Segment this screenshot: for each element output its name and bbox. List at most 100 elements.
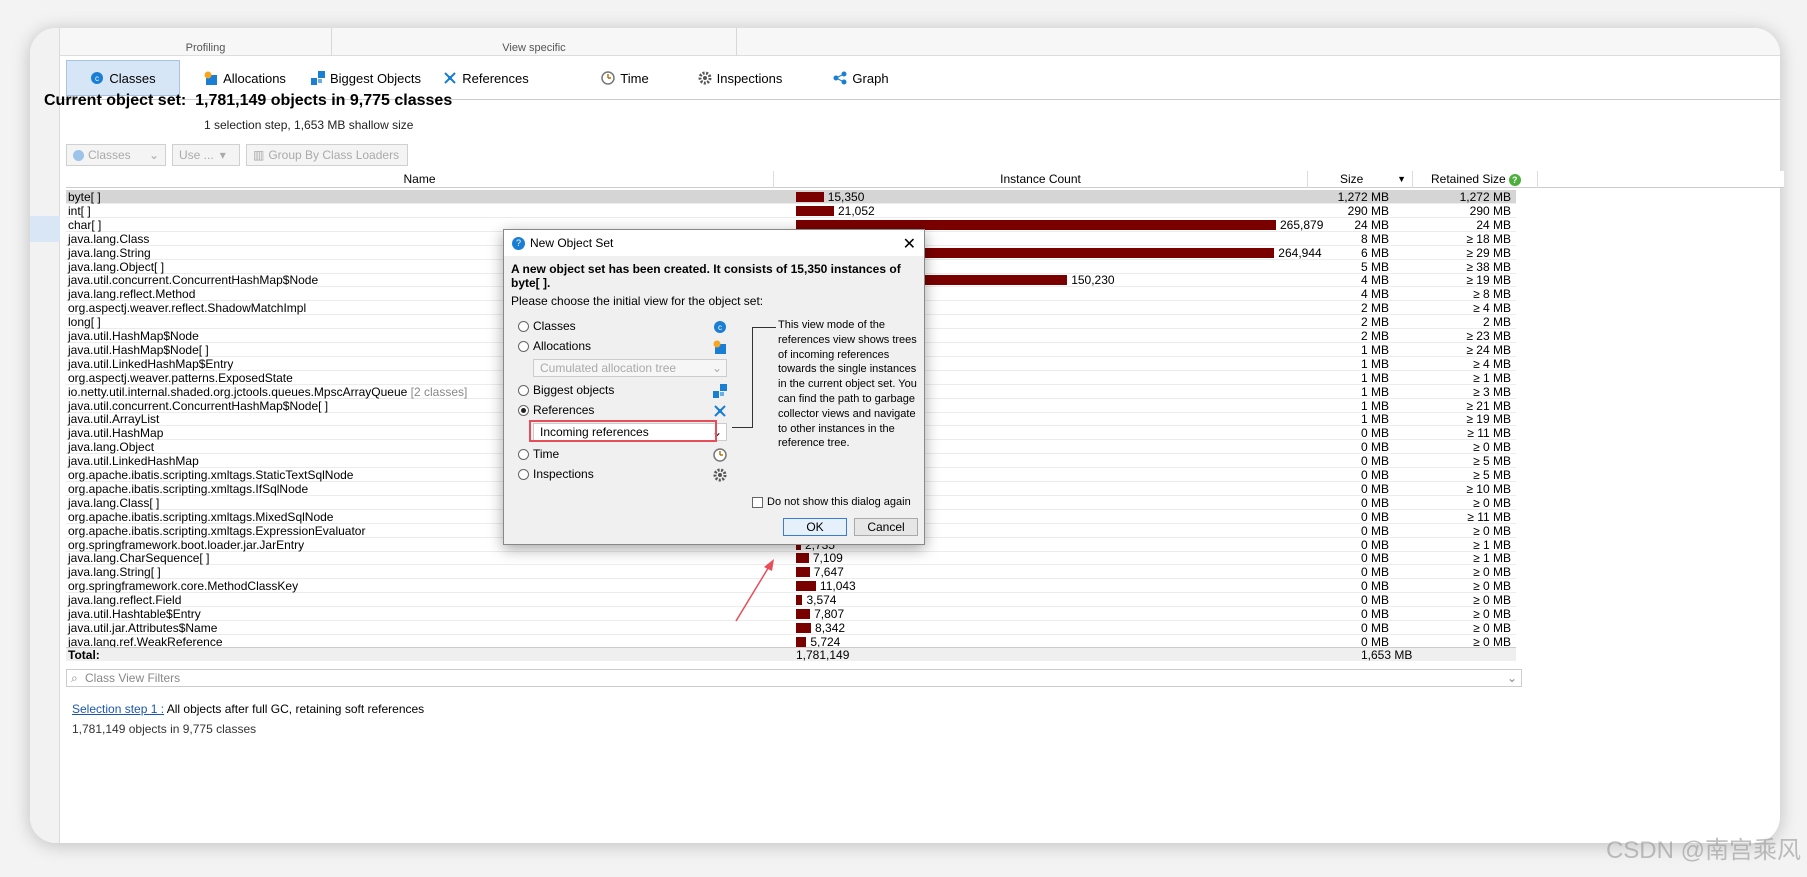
retained-size-value: ≥ 0 MB — [1473, 607, 1511, 621]
column-header-retained-size[interactable]: Retained Size? — [1413, 171, 1538, 188]
column-header-name[interactable]: Name — [66, 171, 774, 188]
classes-dropdown[interactable]: Classes ⌄ — [66, 144, 166, 166]
table-row[interactable]: java.lang.reflect.Field 3,574 0 MB ≥ 0 MB — [66, 593, 1516, 608]
instance-count-bar — [796, 205, 834, 216]
instance-count-bar — [796, 609, 811, 619]
class-name: java.util.HashMap — [68, 426, 164, 441]
current-set-value: 1,781,149 objects in 9,775 classes — [195, 92, 453, 109]
retained-header-label: Retained Size — [1431, 172, 1506, 186]
allocations-icon — [713, 340, 726, 354]
instance-count-bar — [796, 636, 807, 647]
size-value: 0 MB — [1360, 551, 1389, 566]
radio-time[interactable] — [518, 448, 529, 460]
table-row[interactable]: java.lang.String[ ] 7,647 0 MB ≥ 0 MB — [66, 565, 1516, 580]
column-header-instance-count[interactable]: Instance Count — [774, 171, 1308, 188]
tab-label: Allocations — [223, 70, 286, 86]
ribbon-group-profiling: Profiling — [80, 28, 332, 56]
svg-text:c: c — [718, 323, 722, 332]
total-size: 1,653 MB — [1361, 648, 1413, 662]
radio-allocations[interactable] — [518, 340, 529, 352]
class-name: org.aspectj.weaver.reflect.ShadowMatchIm… — [68, 301, 307, 316]
retained-size-value: ≥ 21 MB — [1466, 398, 1511, 413]
size-value: 1 MB — [1360, 384, 1389, 399]
sort-descending-icon: ▼ — [1397, 174, 1406, 184]
column-header-size[interactable]: Size ▼ — [1308, 171, 1413, 188]
dont-show-again[interactable]: Do not show this dialog again — [752, 496, 911, 508]
tab-allocations[interactable]: Allocations — [200, 60, 290, 96]
class-name: byte[ ] — [68, 190, 101, 204]
chevron-down-icon: ⌄ — [148, 148, 159, 162]
instance-count: 264,944 — [1278, 245, 1322, 260]
option-references[interactable]: References — [518, 403, 594, 417]
chevron-down-icon[interactable]: ⌄ — [1507, 670, 1517, 686]
radio-biggest-objects[interactable] — [518, 384, 529, 396]
tab-label: Graph — [852, 70, 889, 86]
table-total-row: Total: 1,781,149 1,653 MB — [66, 647, 1516, 662]
references-icon — [714, 405, 726, 417]
instance-count-bar — [796, 192, 824, 202]
retained-size-value: ≥ 4 MB — [1473, 356, 1511, 371]
search-icon: ⌕ — [71, 671, 78, 685]
tab-inspections[interactable]: Inspections — [690, 60, 790, 96]
ok-button[interactable]: OK — [783, 518, 847, 536]
sidebar-selected-item[interactable] — [30, 216, 60, 242]
option-time[interactable]: Time — [518, 447, 559, 461]
classes-icon: c — [714, 321, 726, 333]
allocation-tree-dropdown[interactable]: Cumulated allocation tree ⌄ — [533, 359, 727, 377]
retained-size-value: ≥ 0 MB — [1473, 565, 1511, 580]
class-name: java.util.LinkedHashMap$Entry — [68, 356, 234, 371]
dont-show-again-checkbox[interactable] — [752, 496, 763, 508]
selection-step-text: All objects after full GC, retaining sof… — [166, 702, 425, 716]
table-row[interactable]: byte[ ] 15,350 1,272 MB 1,272 MB — [66, 190, 1516, 204]
cancel-button[interactable]: Cancel — [854, 518, 918, 536]
size-value: 4 MB — [1360, 273, 1389, 288]
tab-time[interactable]: Time — [580, 60, 670, 96]
tab-biggest-objects[interactable]: Biggest Objects — [306, 60, 426, 96]
size-value: 0 MB — [1360, 620, 1389, 635]
ribbon-group-label: Profiling — [185, 42, 226, 54]
size-value: 4 MB — [1360, 287, 1389, 302]
class-name: java.util.HashMap$Node — [68, 329, 199, 343]
table-row[interactable]: org.springframework.core.MethodClassKey 1… — [66, 579, 1516, 594]
size-value: 0 MB — [1360, 607, 1389, 621]
tab-graph[interactable]: Graph — [826, 60, 896, 96]
help-icon[interactable]: ? — [1508, 174, 1521, 186]
selection-step-link[interactable]: Selection step 1 : — [72, 702, 164, 716]
close-icon[interactable]: ✕ — [903, 234, 916, 254]
radio-references[interactable] — [518, 404, 529, 416]
table-row[interactable]: java.lang.CharSequence[ ] 7,109 0 MB ≥ 1 MB — [66, 551, 1516, 566]
filter-placeholder: Class View Filters — [85, 671, 181, 685]
table-row[interactable]: int[ ] 21,052 290 MB 290 MB — [66, 204, 1516, 218]
table-row[interactable]: java.util.jar.Attributes$Name 8,342 0 MB ≥ … — [66, 621, 1516, 635]
radio-classes[interactable] — [518, 320, 529, 332]
option-classes[interactable]: Classes — [518, 319, 576, 333]
radio-inspections[interactable] — [518, 468, 529, 480]
class-name: java.util.HashMap$Node[ ] — [68, 342, 209, 357]
ribbon-group-view-specific: View specific — [332, 28, 737, 56]
option-label: Time — [533, 447, 560, 461]
class-name: long[ ] — [68, 315, 101, 330]
annotation-arrow — [735, 559, 774, 622]
class-note: [2 classes] — [407, 384, 468, 399]
use-button-label: Use ... — [179, 148, 214, 162]
option-biggest-objects[interactable]: Biggest objects — [518, 383, 614, 397]
current-object-set-title: Current object set: 1,781,149 objects in… — [44, 92, 452, 110]
size-value: 2 MB — [1360, 329, 1389, 343]
retained-size-value: ≥ 1 MB — [1473, 370, 1511, 385]
instance-count: 7,109 — [812, 551, 843, 566]
tab-label: Classes — [109, 70, 156, 86]
table-row[interactable]: java.util.Hashtable$Entry 7,807 0 MB ≥ 0 MB — [66, 607, 1516, 621]
class-view-filter-input[interactable]: ⌕ Class View Filters ⌄ — [66, 669, 1522, 687]
retained-size-value: ≥ 5 MB — [1473, 454, 1511, 469]
option-allocations[interactable]: Allocations — [518, 339, 591, 353]
option-inspections[interactable]: Inspections — [518, 467, 594, 481]
tab-classes[interactable]: c Classes — [66, 60, 180, 96]
description-connector — [732, 427, 753, 428]
instance-count-bar — [796, 595, 803, 606]
instance-count: 150,230 — [1071, 273, 1115, 288]
class-name: java.util.ArrayList — [68, 412, 160, 427]
size-value: 0 MB — [1360, 579, 1389, 594]
tab-references[interactable]: References — [436, 60, 536, 96]
group-by-class-loaders-button[interactable]: ▥ Group By Class Loaders — [246, 144, 408, 166]
use-button[interactable]: Use ... ▾ — [172, 144, 240, 166]
